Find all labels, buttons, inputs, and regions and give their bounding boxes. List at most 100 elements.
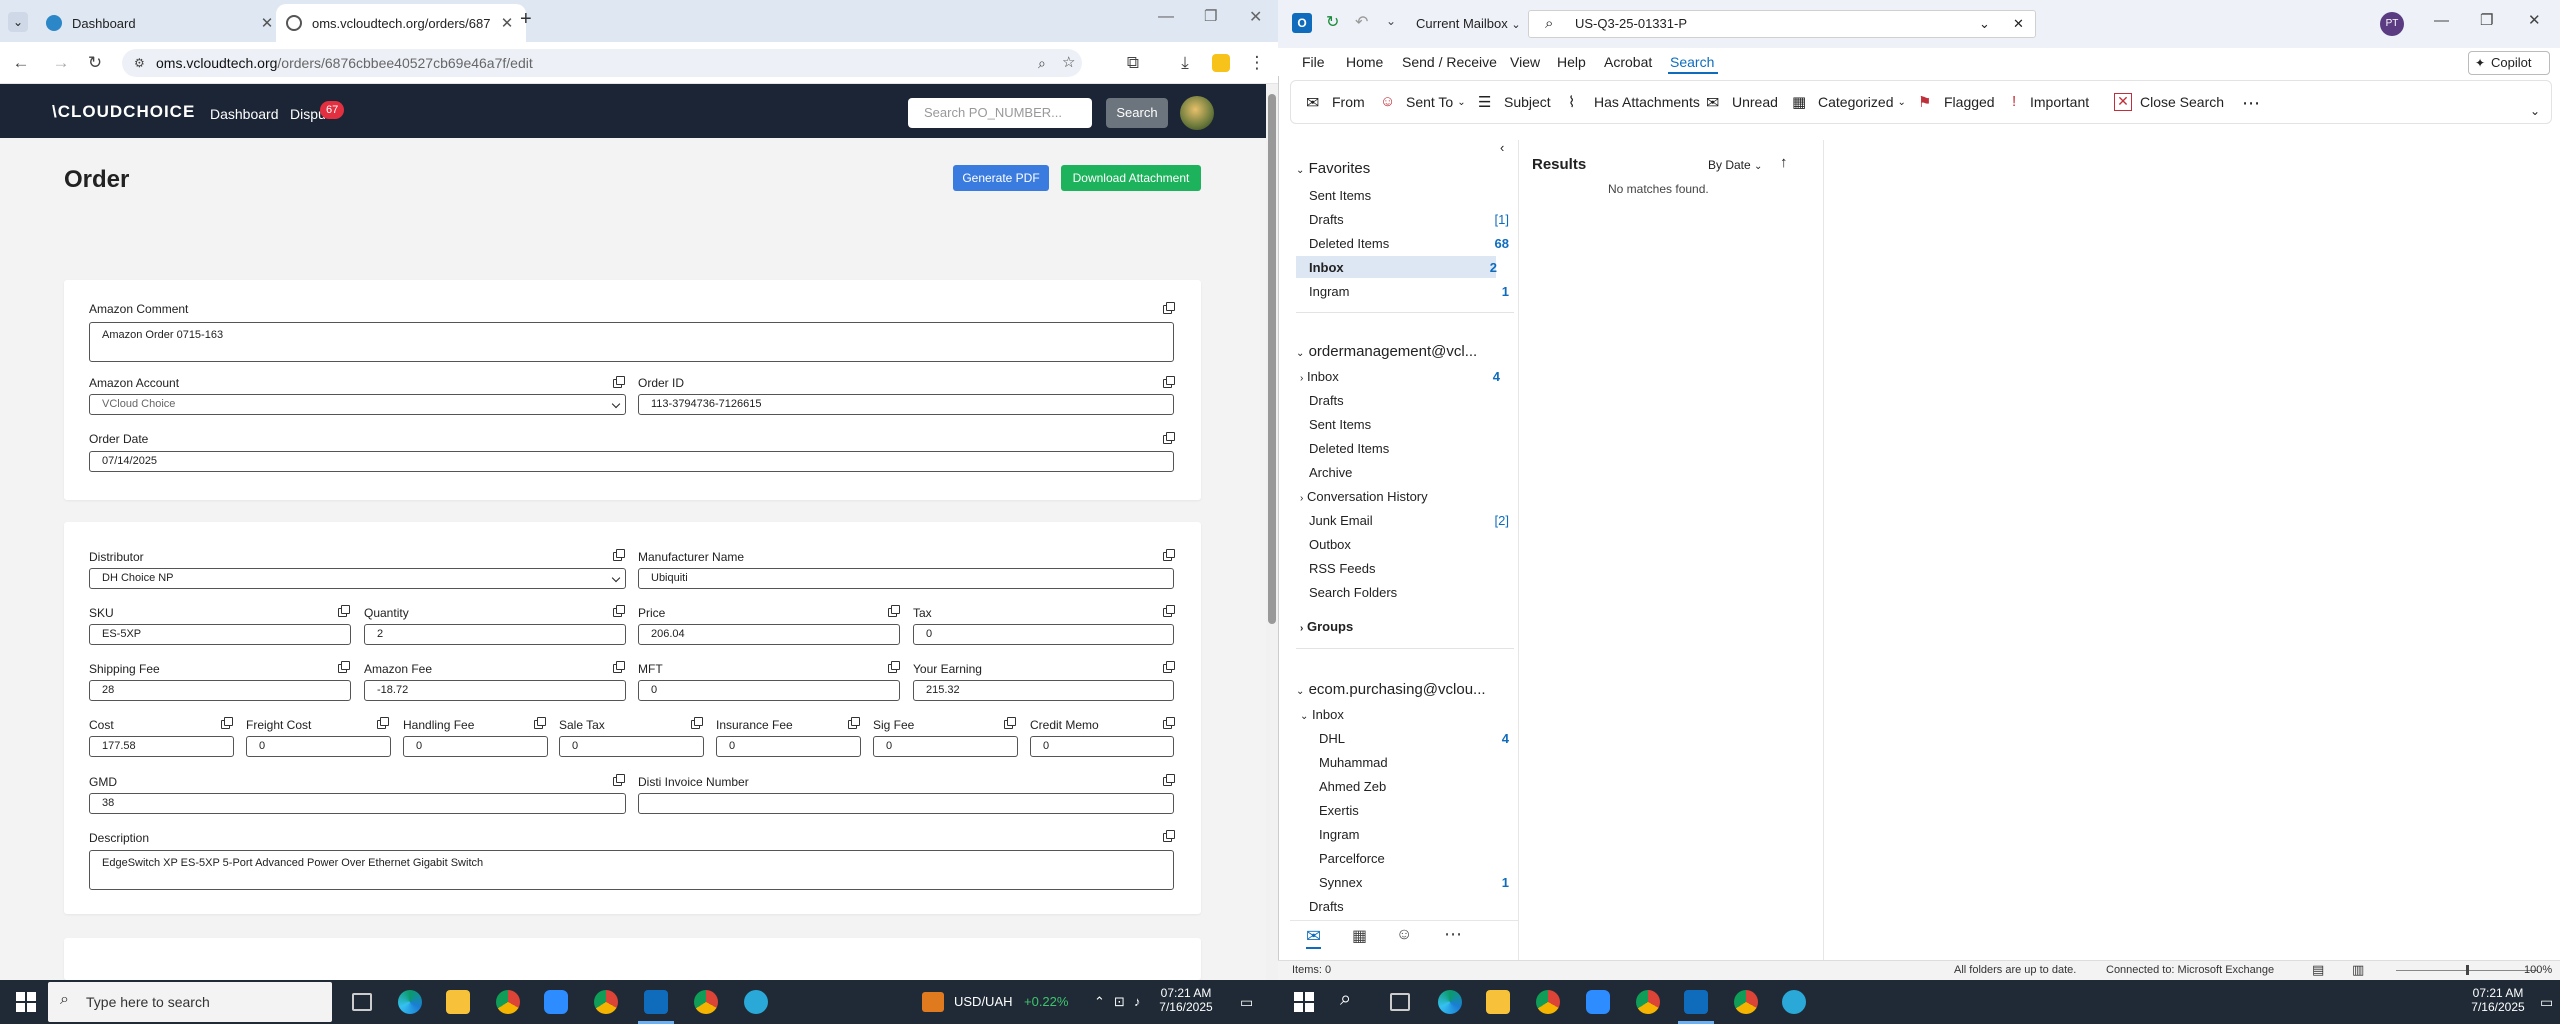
filter-flagged-button[interactable]: ⚑ Flagged <box>1918 93 1995 111</box>
bookmark-star-icon[interactable]: ☆ <box>1062 49 1075 77</box>
folder-item[interactable]: Ahmed Zeb <box>1319 779 1519 794</box>
folder-item[interactable]: Drafts <box>1309 899 1509 914</box>
people-icon[interactable]: ☺ <box>1396 926 1412 944</box>
outlook-search-input[interactable]: ⌕ US-Q3-25-01331-P ⌄ ✕ <box>1528 10 2036 38</box>
volume-icon[interactable]: ♪ <box>1134 994 1141 1009</box>
copilot-button[interactable]: ✦ Copilot <box>2468 51 2550 75</box>
scrollbar-thumb[interactable] <box>1268 94 1276 624</box>
outlook-icon[interactable] <box>644 990 668 1014</box>
quick-access-icon[interactable]: ⌄ <box>1386 14 1396 28</box>
gmd-field[interactable]: 38 <box>89 793 626 814</box>
sale-tax-field[interactable]: 0 <box>559 736 704 757</box>
clock[interactable]: 07:21 AM 7/16/2025 <box>1154 986 1218 1014</box>
credit-memo-field[interactable]: 0 <box>1030 736 1174 757</box>
forward-icon[interactable]: → <box>50 52 72 74</box>
user-avatar[interactable] <box>1180 96 1214 130</box>
new-tab-icon[interactable]: + <box>520 8 532 31</box>
copy-icon[interactable] <box>613 605 625 617</box>
description-field[interactable]: EdgeSwitch XP ES-5XP 5-Port Advanced Pow… <box>89 850 1174 890</box>
calendar-icon[interactable]: ▦ <box>1352 926 1367 946</box>
outlook-icon[interactable] <box>1684 990 1708 1014</box>
sort-by-date-dropdown[interactable]: By Date ⌄ <box>1708 158 1762 172</box>
chrome-icon[interactable] <box>496 990 520 1014</box>
copy-icon[interactable] <box>1163 661 1175 673</box>
folder-item[interactable]: Exertis <box>1319 803 1519 818</box>
amazon-account-select[interactable]: VCloud Choice <box>89 394 626 415</box>
folder-item[interactable]: Ingram <box>1319 827 1519 842</box>
normal-view-icon[interactable]: ▤ <box>2312 962 2324 978</box>
copy-icon[interactable] <box>888 605 900 617</box>
chrome-icon[interactable] <box>1734 990 1758 1014</box>
copy-icon[interactable] <box>691 717 703 729</box>
filter-important-button[interactable]: ! Important <box>2012 93 2089 111</box>
sort-direction-icon[interactable]: ↑ <box>1780 154 1788 171</box>
app-logo[interactable]: \CLOUDCHOICE <box>52 102 195 122</box>
folder-item[interactable]: RSS Feeds <box>1309 561 1509 576</box>
handling-fee-field[interactable]: 0 <box>403 736 548 757</box>
manufacturer-field[interactable]: Ubiquiti <box>638 568 1174 589</box>
copy-icon[interactable] <box>1163 830 1175 842</box>
notifications-icon[interactable]: ▭ <box>2540 994 2553 1011</box>
menu-acrobat[interactable]: Acrobat <box>1604 54 1652 70</box>
order-id-field[interactable]: 113-3794736-7126615 <box>638 394 1174 415</box>
file-explorer-icon[interactable] <box>446 990 470 1014</box>
collapse-folder-pane-icon[interactable]: ‹ <box>1500 140 1504 155</box>
copy-icon[interactable] <box>613 774 625 786</box>
menu-search[interactable]: Search <box>1670 54 1714 70</box>
shipping-fee-field[interactable]: 28 <box>89 680 351 701</box>
menu-file[interactable]: File <box>1302 54 1325 70</box>
po-search-input[interactable]: Search PO_NUMBER... <box>908 98 1092 128</box>
menu-home[interactable]: Home <box>1346 54 1383 70</box>
windows-start-icon[interactable] <box>1294 992 1314 1012</box>
sku-field[interactable]: ES-5XP <box>89 624 351 645</box>
copy-icon[interactable] <box>221 717 233 729</box>
file-explorer-icon[interactable] <box>1486 990 1510 1014</box>
account-header[interactable]: ⌄ ordermanagement@vcl... <box>1296 343 1477 360</box>
copy-icon[interactable] <box>1163 717 1175 729</box>
amazon-fee-field[interactable]: -18.72 <box>364 680 626 701</box>
chevron-right-icon[interactable]: › <box>1300 623 1303 634</box>
chrome-icon[interactable] <box>1536 990 1560 1014</box>
search-icon[interactable]: ⌕ <box>1340 988 1351 1011</box>
copy-icon[interactable] <box>613 549 625 561</box>
close-tab-icon[interactable]: ✕ <box>258 14 276 32</box>
tax-field[interactable]: 0 <box>913 624 1174 645</box>
ribbon-collapse-icon[interactable]: ⌄ <box>2530 104 2540 118</box>
task-view-icon[interactable] <box>1390 993 1410 1011</box>
app-icon[interactable] <box>1782 990 1806 1014</box>
copy-icon[interactable] <box>534 717 546 729</box>
reading-view-icon[interactable]: ▥ <box>2352 962 2364 978</box>
folder-item[interactable]: Archive <box>1309 465 1509 480</box>
extension-badge-icon[interactable] <box>1212 54 1230 72</box>
chevron-down-icon[interactable]: ⌄ <box>1300 711 1308 722</box>
freight-cost-field[interactable]: 0 <box>246 736 391 757</box>
account-header[interactable]: ⌄ ecom.purchasing@vclou... <box>1296 681 1486 698</box>
copy-icon[interactable] <box>613 661 625 673</box>
chevron-right-icon[interactable]: › <box>1300 493 1303 504</box>
edge-icon[interactable] <box>1438 990 1462 1014</box>
folder-item[interactable]: Junk Email [2] <box>1309 513 1509 528</box>
clock[interactable]: 07:21 AM 7/16/2025 <box>2466 986 2530 1014</box>
copy-icon[interactable] <box>377 717 389 729</box>
folder-item[interactable]: Drafts <box>1309 393 1509 408</box>
your-earning-field[interactable]: 215.32 <box>913 680 1174 701</box>
reload-icon[interactable]: ↻ <box>84 52 106 74</box>
minimize-icon[interactable]: — <box>2434 12 2449 29</box>
close-window-icon[interactable]: ✕ <box>1249 7 1262 27</box>
clear-search-icon[interactable]: ✕ <box>2013 11 2024 37</box>
notifications-icon[interactable]: ▭ <box>1240 994 1253 1011</box>
folder-item[interactable]: ⌄ Inbox <box>1300 707 1500 722</box>
folder-item[interactable]: DHL 4 <box>1319 731 1509 746</box>
copy-icon[interactable] <box>338 605 350 617</box>
favorites-header[interactable]: ⌄ Favorites <box>1296 160 1370 177</box>
tray-chevron-icon[interactable]: ⌃ <box>1094 994 1105 1010</box>
quantity-field[interactable]: 2 <box>364 624 626 645</box>
po-search-button[interactable]: Search <box>1106 98 1168 128</box>
copy-icon[interactable] <box>1163 605 1175 617</box>
download-attachment-button[interactable]: Download Attachment <box>1061 165 1201 191</box>
maximize-icon[interactable]: ❐ <box>2480 11 2493 29</box>
mail-icon[interactable]: ✉ <box>1306 926 1322 949</box>
distributor-select[interactable]: DH Choice NP <box>89 568 626 589</box>
extensions-icon[interactable]: ⧉ <box>1122 52 1144 74</box>
zoom-app-icon[interactable] <box>1586 990 1610 1014</box>
